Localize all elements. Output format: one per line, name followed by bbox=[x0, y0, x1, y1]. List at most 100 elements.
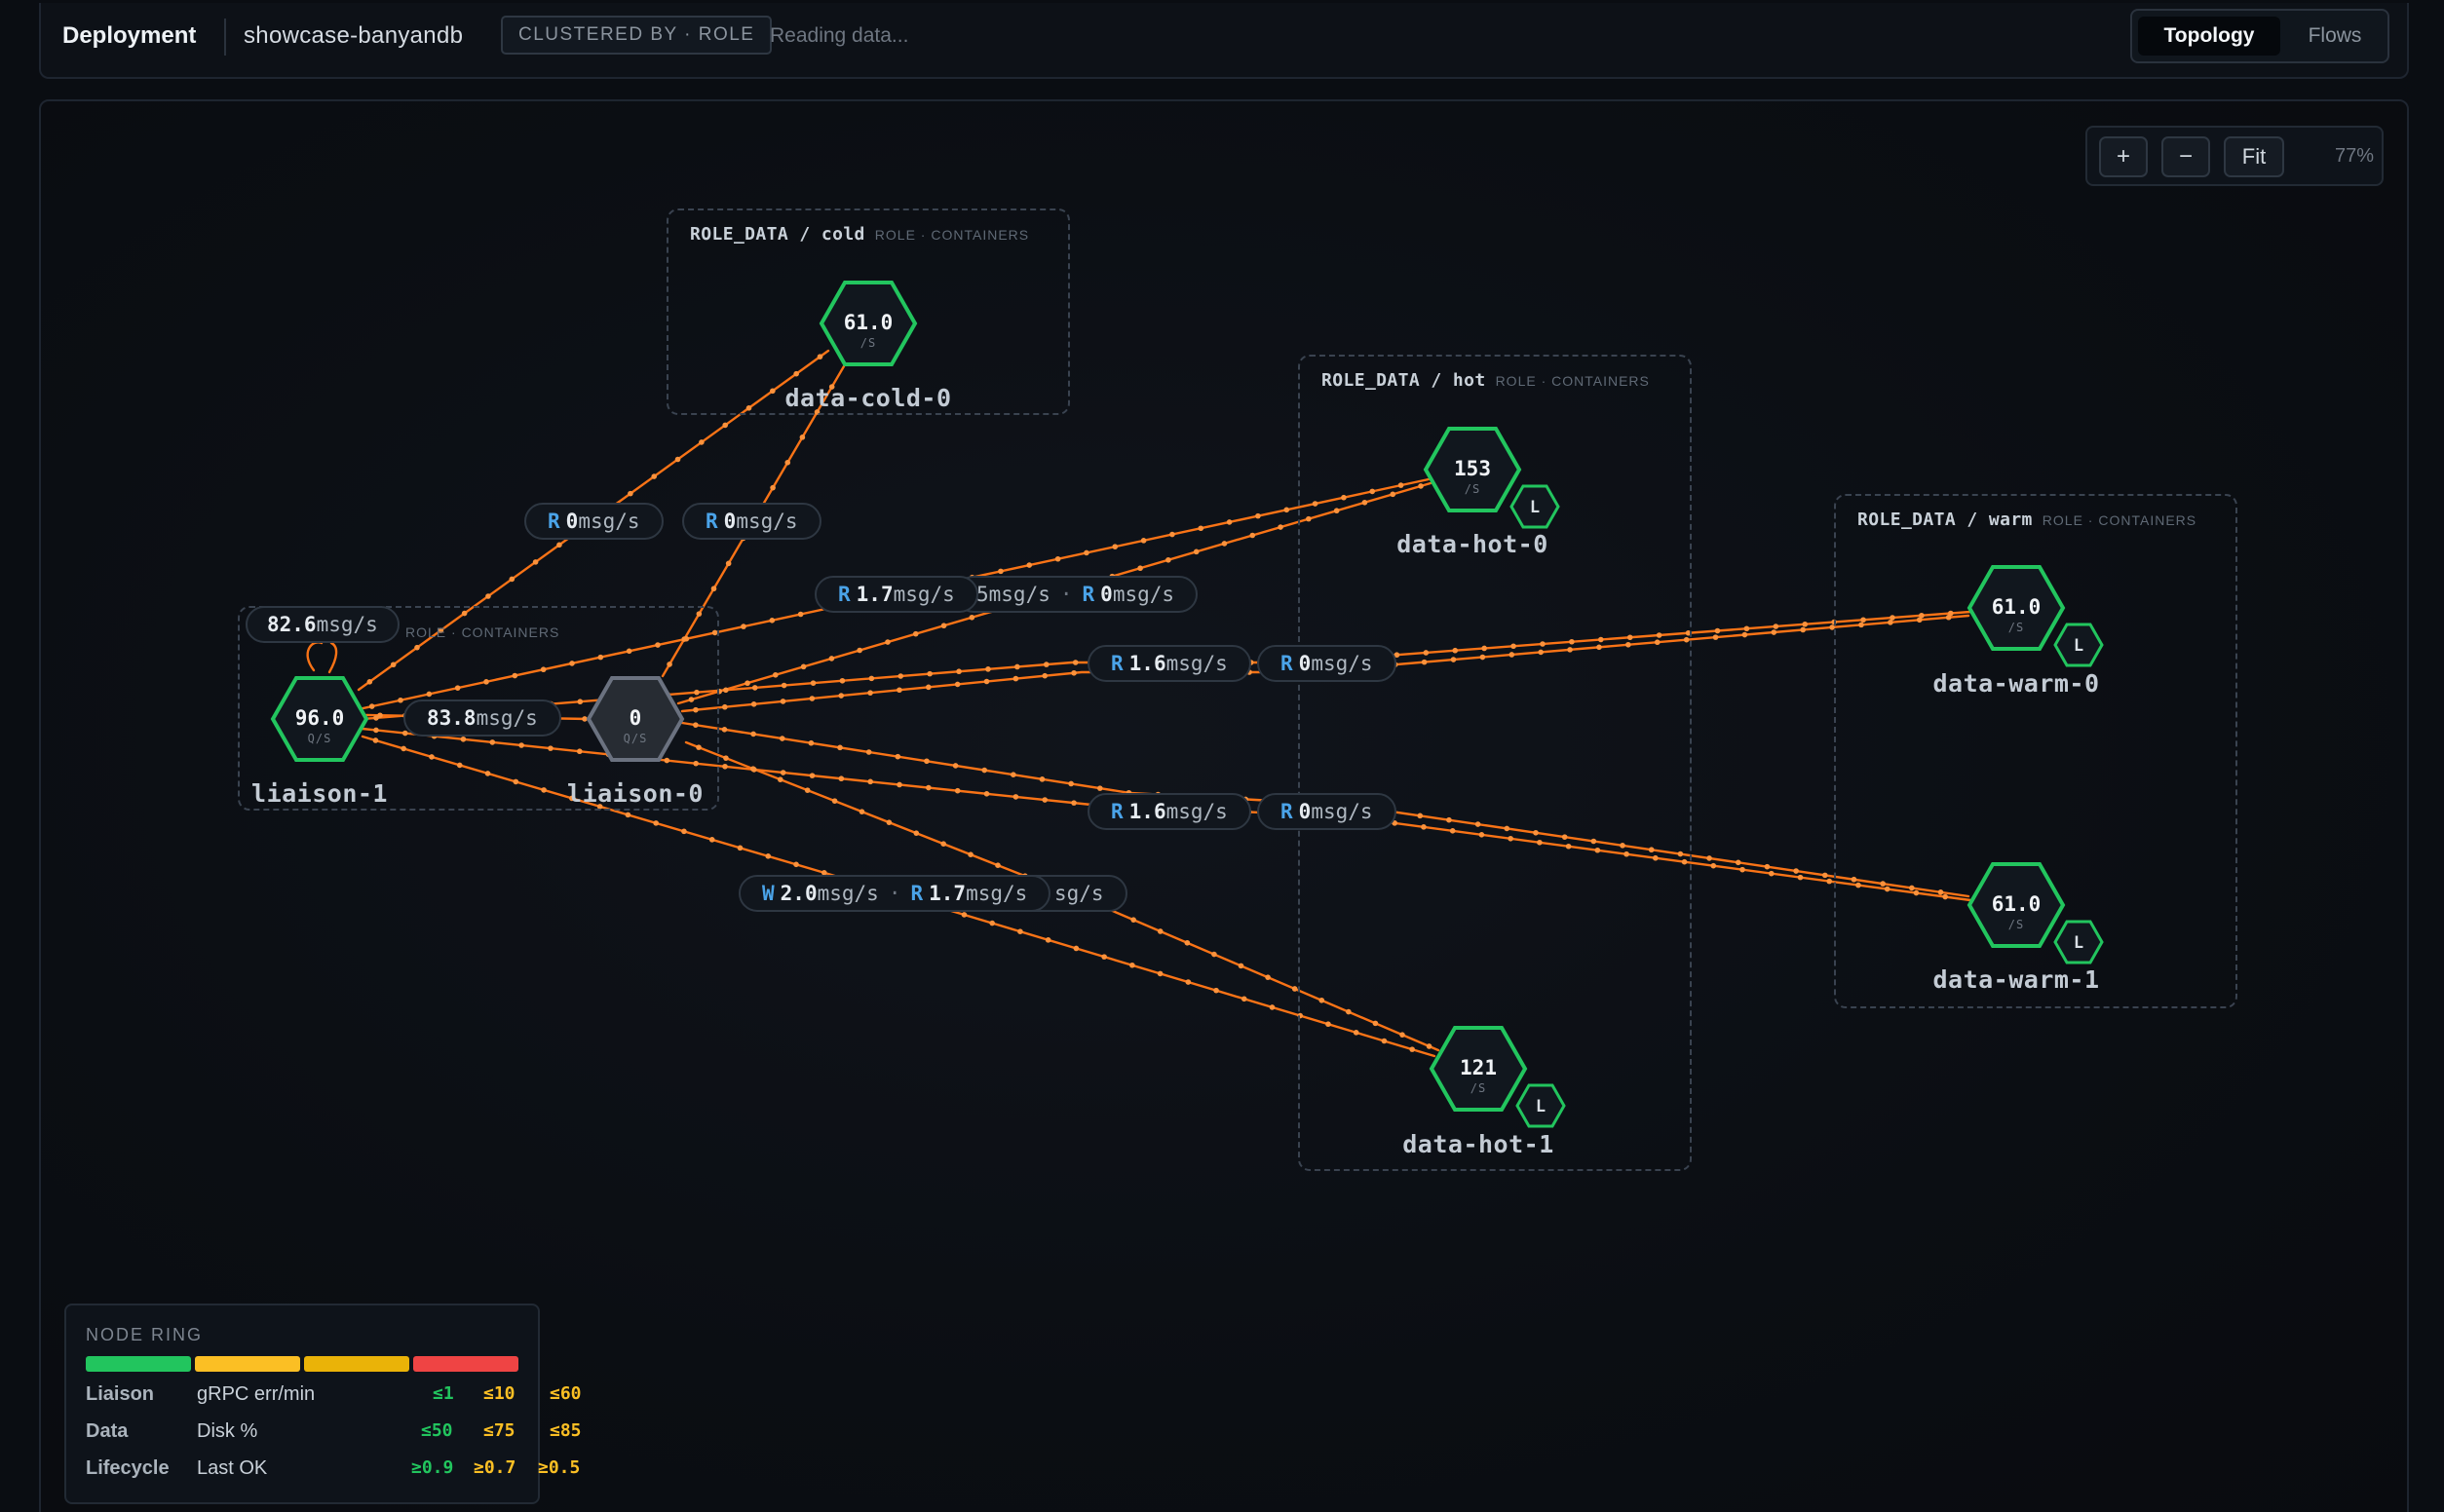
separator-dot: · bbox=[888, 882, 901, 905]
edge-partial: 5msg/s bbox=[976, 583, 1050, 606]
edge-value: 2.0 bbox=[780, 882, 818, 905]
zoom-fit-button[interactable]: Fit bbox=[2224, 136, 2284, 177]
edge-value: 1.7 bbox=[929, 882, 967, 905]
legend-row-data: Data Disk % ≤50 ≤75 ≤85 bbox=[86, 1420, 582, 1450]
node-unit: /S bbox=[1465, 482, 1480, 496]
node-unit: /S bbox=[2008, 918, 2024, 931]
node-value: 153 bbox=[1454, 457, 1491, 480]
zoom-out-button[interactable]: − bbox=[2161, 136, 2210, 177]
edge-unit: msg/s bbox=[817, 882, 879, 905]
edge-value: 0 bbox=[1100, 583, 1113, 606]
node-name-data-warm-1: data-warm-1 bbox=[1932, 965, 2100, 994]
edge-unit: msg/s bbox=[736, 510, 798, 533]
edge-label-warm0-b[interactable]: R 0msg/s bbox=[1257, 645, 1396, 682]
zoom-in-button[interactable]: + bbox=[2099, 136, 2148, 177]
node-data-cold-0[interactable]: 61.0 /S bbox=[819, 281, 918, 366]
edge-partial: sg/s bbox=[1054, 882, 1104, 905]
legend-category: Data bbox=[86, 1420, 129, 1442]
legend-category: Liaison bbox=[86, 1383, 155, 1405]
edge-kind: R bbox=[1280, 800, 1293, 823]
node-name-data-hot-0: data-hot-0 bbox=[1396, 530, 1548, 558]
node-name-data-cold-0: data-cold-0 bbox=[784, 384, 952, 412]
edge-unit: msg/s bbox=[578, 510, 640, 533]
lifecycle-badge: L bbox=[1515, 1083, 1566, 1128]
legend-threshold-1: ≤1 bbox=[433, 1383, 454, 1404]
edge-unit: msg/s bbox=[1112, 583, 1175, 606]
edge-unit: msg/s bbox=[1165, 800, 1228, 823]
node-name-data-warm-0: data-warm-0 bbox=[1932, 669, 2100, 698]
edge-unit: msg/s bbox=[316, 613, 378, 636]
legend-title: NODE RING bbox=[86, 1325, 204, 1344]
edge-value: 0 bbox=[565, 510, 579, 533]
legend-metric: Disk % bbox=[197, 1420, 258, 1442]
edge-label-hot1[interactable]: W 2.0msg/s · R 1.7msg/s bbox=[739, 875, 1051, 912]
edge-label-warm1-a[interactable]: R 1.6msg/s bbox=[1088, 793, 1251, 830]
edge-label-cold-b[interactable]: R 0msg/s bbox=[682, 503, 821, 540]
node-data-warm-0[interactable]: 61.0 /S L bbox=[1967, 565, 2104, 667]
legend-threshold-2: ≤75 bbox=[483, 1420, 516, 1441]
ring-segment-amber bbox=[304, 1356, 409, 1372]
edge-label-hot0[interactable]: R 1.7msg/s bbox=[815, 576, 978, 613]
legend-threshold-3: ≥0.5 bbox=[538, 1457, 581, 1478]
edge-value: 0 bbox=[1298, 652, 1312, 675]
edge-value: 1.7 bbox=[856, 583, 894, 606]
edge-value: 1.6 bbox=[1128, 800, 1166, 823]
edge-value: 83.8 bbox=[427, 706, 477, 730]
node-ring-legend: NODE RING Liaison gRPC err/min ≤1 ≤10 ≤6… bbox=[64, 1304, 582, 1504]
edge-kind: R bbox=[1111, 652, 1124, 675]
legend-threshold-2: ≥0.7 bbox=[474, 1457, 516, 1478]
badge-label: L bbox=[2074, 933, 2083, 953]
node-unit: Q/S bbox=[624, 732, 648, 745]
lifecycle-badge: L bbox=[1509, 484, 1560, 529]
legend-threshold-1: ≤50 bbox=[421, 1420, 453, 1441]
edge-label-warm0-a[interactable]: R 1.6msg/s bbox=[1088, 645, 1251, 682]
edge-value: 82.6 bbox=[267, 613, 317, 636]
zoom-level: 77% bbox=[2335, 145, 2375, 167]
edge-kind: R bbox=[910, 882, 924, 905]
edge-kind: R bbox=[1280, 652, 1293, 675]
edge-kind: R bbox=[1111, 800, 1124, 823]
node-value: 61.0 bbox=[844, 311, 894, 334]
node-value: 61.0 bbox=[1992, 892, 2042, 916]
edge-kind: R bbox=[1082, 583, 1095, 606]
zoom-controls: + − Fit 77% bbox=[2085, 126, 2384, 186]
node-liaison-0[interactable]: 0 Q/S bbox=[586, 676, 685, 762]
node-unit: Q/S bbox=[308, 732, 332, 745]
node-value: 61.0 bbox=[1992, 595, 2042, 619]
edge-label-self-loop[interactable]: 82.6msg/s bbox=[246, 606, 400, 643]
legend-category: Lifecycle bbox=[86, 1457, 170, 1479]
ring-segment-yellow bbox=[195, 1356, 300, 1372]
edge-unit: msg/s bbox=[1311, 800, 1373, 823]
node-data-hot-0[interactable]: 153 /S L bbox=[1423, 427, 1560, 529]
edge-unit: msg/s bbox=[893, 583, 955, 606]
legend-metric: Last OK bbox=[197, 1457, 268, 1479]
edge-unit: msg/s bbox=[1165, 652, 1228, 675]
edge-kind: W bbox=[762, 882, 775, 905]
node-value: 121 bbox=[1460, 1056, 1497, 1079]
node-unit: /S bbox=[1470, 1081, 1486, 1095]
badge-label: L bbox=[1536, 1097, 1546, 1116]
edge-label-liaison-link[interactable]: 83.8msg/s bbox=[403, 699, 561, 737]
edge-unit: msg/s bbox=[966, 882, 1028, 905]
edge-label-cold-a[interactable]: R 0msg/s bbox=[524, 503, 664, 540]
legend-threshold-2: ≤10 bbox=[483, 1383, 516, 1404]
legend-threshold-3: ≤60 bbox=[550, 1383, 582, 1404]
badge-label: L bbox=[2074, 636, 2083, 656]
node-liaison-1[interactable]: 96.0 Q/S bbox=[270, 676, 369, 762]
lifecycle-badge: L bbox=[2053, 623, 2104, 667]
node-data-hot-1[interactable]: 121 /S L bbox=[1429, 1026, 1566, 1128]
legend-row-lifecycle: Lifecycle Last OK ≥0.9 ≥0.7 ≥0.5 bbox=[86, 1457, 580, 1487]
legend-threshold-3: ≤85 bbox=[550, 1420, 582, 1441]
ring-segment-red bbox=[413, 1356, 518, 1372]
node-unit: /S bbox=[860, 336, 876, 350]
lifecycle-badge: L bbox=[2053, 920, 2104, 964]
edge-value: 0 bbox=[723, 510, 737, 533]
node-unit: /S bbox=[2008, 621, 2024, 634]
edge-kind: R bbox=[838, 583, 851, 606]
ring-segment-green bbox=[86, 1356, 191, 1372]
node-data-warm-1[interactable]: 61.0 /S L bbox=[1967, 862, 2104, 964]
node-name-liaison-1: liaison-1 bbox=[251, 779, 388, 808]
edge-label-hot0-back[interactable]: 5msg/s · R 0msg/s bbox=[955, 576, 1199, 613]
edge-label-warm1-b[interactable]: R 0msg/s bbox=[1257, 793, 1396, 830]
badge-label: L bbox=[1530, 498, 1540, 517]
